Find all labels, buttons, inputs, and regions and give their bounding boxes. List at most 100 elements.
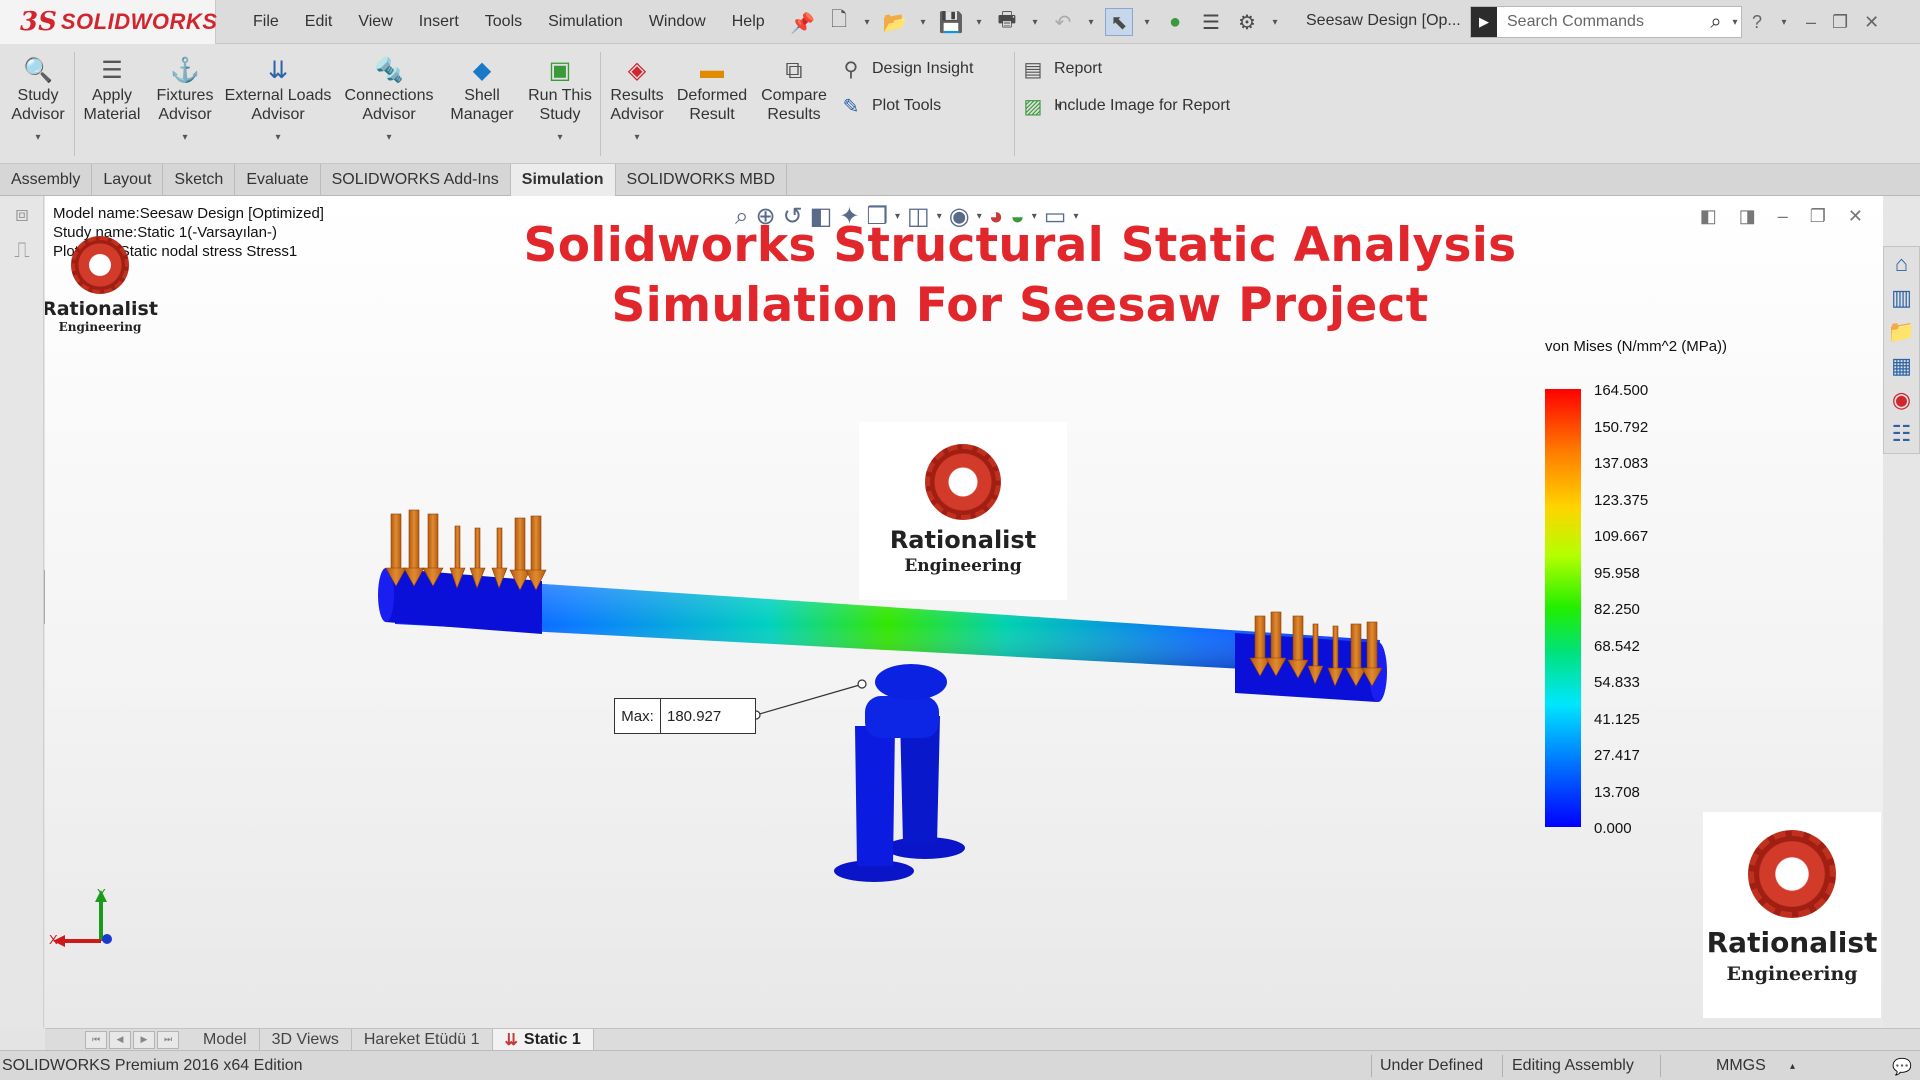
tab-motion-study[interactable]: Hareket Etüdü 1: [352, 1028, 493, 1051]
help-icon[interactable]: ?: [1752, 12, 1762, 33]
new-caret-icon[interactable]: ▾: [861, 17, 873, 28]
viewport-restore-icon[interactable]: ❐: [1810, 206, 1826, 227]
study-advisor-button[interactable]: 🔍 Study Advisor ▾: [8, 56, 68, 147]
first-tab-icon[interactable]: ⏮: [85, 1030, 107, 1049]
compare-results-label: Compare Results: [761, 87, 827, 123]
minimize-icon[interactable]: –: [1806, 12, 1816, 33]
new-document-icon[interactable]: 🗋: [825, 8, 853, 36]
legend-tick-label: 27.417: [1594, 747, 1640, 764]
run-this-study-button[interactable]: ▣ Run This Study ▾: [524, 56, 596, 147]
next-tab-icon[interactable]: ▶: [133, 1030, 155, 1049]
menu-window[interactable]: Window: [636, 13, 719, 31]
custom-properties-icon[interactable]: ☷: [1884, 417, 1919, 451]
menu-simulation[interactable]: Simulation: [535, 13, 636, 31]
menu-file[interactable]: File: [240, 13, 292, 31]
menu-view[interactable]: View: [345, 13, 405, 31]
tab-static-1[interactable]: ⇊ Static 1: [492, 1028, 594, 1051]
solidworks-logo[interactable]: 3S SOLIDWORKS: [0, 0, 217, 44]
prev-tab-icon[interactable]: ◀: [109, 1030, 131, 1049]
material-list-icon: ☰: [101, 56, 123, 84]
close-icon[interactable]: ✕: [1864, 12, 1879, 33]
options-gear-icon[interactable]: ⚙: [1233, 8, 1261, 36]
tab-mbd[interactable]: SOLIDWORKS MBD: [616, 164, 788, 196]
appearances-icon[interactable]: ◉: [1884, 383, 1919, 417]
print-caret-icon[interactable]: ▾: [1029, 17, 1041, 28]
fixtures-advisor-label: Fixtures Advisor: [156, 87, 214, 123]
undo-caret-icon[interactable]: ▾: [1085, 17, 1097, 28]
rebuild-icon[interactable]: ●: [1161, 8, 1189, 36]
connections-caret-icon[interactable]: ▾: [386, 128, 391, 147]
viewport-split-left-icon[interactable]: ◧: [1700, 206, 1717, 227]
tab-3d-views[interactable]: 3D Views: [260, 1028, 352, 1051]
legend-tick-label: 150.792: [1594, 418, 1649, 436]
open-caret-icon[interactable]: ▾: [917, 17, 929, 28]
units-caret-icon[interactable]: ▴: [1790, 1061, 1795, 1072]
restore-icon[interactable]: ❐: [1832, 12, 1848, 33]
compare-results-button[interactable]: ⧉ Compare Results: [758, 56, 830, 124]
save-icon[interactable]: 💾: [937, 8, 965, 36]
max-stress-callout[interactable]: Max: 180.927: [614, 698, 756, 734]
external-loads-advisor-button[interactable]: ⇊ External Loads Advisor ▾: [222, 56, 334, 147]
tab-evaluate[interactable]: Evaluate: [235, 164, 321, 196]
home-icon[interactable]: ⌂: [1884, 247, 1919, 281]
results-advisor-button[interactable]: ◈ Results Advisor ▾: [604, 56, 670, 147]
static-study-label: Static 1: [523, 1030, 581, 1048]
search-input[interactable]: Search Commands: [1497, 13, 1703, 31]
max-callout-leader: [751, 679, 867, 720]
pin-menu-icon[interactable]: 📌: [790, 11, 815, 36]
file-explorer-icon[interactable]: 📁: [1884, 315, 1919, 349]
include-image-button[interactable]: ▨ Include Image for Report: [1020, 93, 1231, 119]
tab-sketch[interactable]: Sketch: [163, 164, 236, 196]
property-manager-icon[interactable]: ⎍: [0, 232, 44, 268]
design-insight-button[interactable]: ⚲ Design Insight: [838, 56, 974, 82]
tab-simulation[interactable]: Simulation: [510, 164, 616, 196]
search-commands-box[interactable]: ▶ Search Commands ⌕ ▾: [1470, 6, 1742, 38]
viewport-split-right-icon[interactable]: ◨: [1739, 206, 1756, 227]
undo-icon[interactable]: ↶: [1049, 8, 1077, 36]
apply-material-button[interactable]: ☰ Apply Material: [80, 56, 144, 124]
connections-icon: 🔩: [374, 56, 404, 84]
viewport-minimize-icon[interactable]: –: [1778, 206, 1788, 227]
results-advisor-caret-icon[interactable]: ▾: [634, 128, 639, 147]
file-properties-icon[interactable]: ☰: [1197, 8, 1225, 36]
tab-layout[interactable]: Layout: [92, 164, 164, 196]
shell-manager-button[interactable]: ◆ Shell Manager: [446, 56, 518, 124]
help-caret-icon[interactable]: ▾: [1778, 17, 1790, 28]
deformed-result-button[interactable]: ▬ Deformed Result: [672, 56, 752, 124]
last-tab-icon[interactable]: ⏭: [157, 1030, 179, 1049]
tab-assembly[interactable]: Assembly: [0, 164, 93, 196]
status-editing-mode: Editing Assembly: [1512, 1057, 1634, 1074]
select-caret-icon[interactable]: ▾: [1141, 17, 1153, 28]
status-message-icon[interactable]: 💬: [1892, 1057, 1912, 1077]
external-loads-caret-icon[interactable]: ▾: [275, 128, 280, 147]
units-selector[interactable]: MMGS: [1716, 1057, 1766, 1075]
tab-model[interactable]: Model: [191, 1028, 260, 1051]
connections-advisor-button[interactable]: 🔩 Connections Advisor ▾: [340, 56, 438, 147]
design-library-icon[interactable]: ▥: [1884, 281, 1919, 315]
model-name-text: Model name:Seesaw Design [Optimized]: [53, 205, 324, 222]
menu-insert[interactable]: Insert: [406, 13, 472, 31]
tab-addins[interactable]: SOLIDWORKS Add-Ins: [321, 164, 511, 196]
options-caret-icon[interactable]: ▾: [1269, 17, 1281, 28]
menu-help[interactable]: Help: [719, 13, 778, 31]
view-palette-icon[interactable]: ▦: [1884, 349, 1919, 383]
run-study-caret-icon[interactable]: ▾: [557, 128, 562, 147]
select-pointer-icon[interactable]: ⬉: [1105, 8, 1133, 36]
search-icon[interactable]: ⌕: [1703, 11, 1729, 34]
print-icon[interactable]: 🖶: [993, 8, 1021, 36]
report-button[interactable]: ▤ Report: [1020, 56, 1102, 82]
search-caret-icon[interactable]: ▾: [1729, 17, 1741, 28]
fixtures-caret-icon[interactable]: ▾: [182, 128, 187, 147]
task-pane: ⌂ ▥ 📁 ▦ ◉ ☷: [1883, 246, 1920, 454]
open-folder-icon[interactable]: 📂: [881, 8, 909, 36]
menu-tools[interactable]: Tools: [472, 13, 535, 31]
max-value: 180.927: [667, 707, 722, 725]
viewport-close-icon[interactable]: ✕: [1848, 206, 1863, 227]
feature-tree-icon[interactable]: ⧈: [0, 196, 44, 232]
study-advisor-caret-icon[interactable]: ▾: [35, 128, 40, 147]
graphics-area[interactable]: Model name:Seesaw Design [Optimized] Stu…: [45, 196, 1883, 1028]
legend-tick-label: 54.833: [1594, 674, 1640, 691]
menu-edit[interactable]: Edit: [292, 13, 346, 31]
fixtures-advisor-button[interactable]: ⚓ Fixtures Advisor ▾: [150, 56, 220, 147]
save-caret-icon[interactable]: ▾: [973, 17, 985, 28]
